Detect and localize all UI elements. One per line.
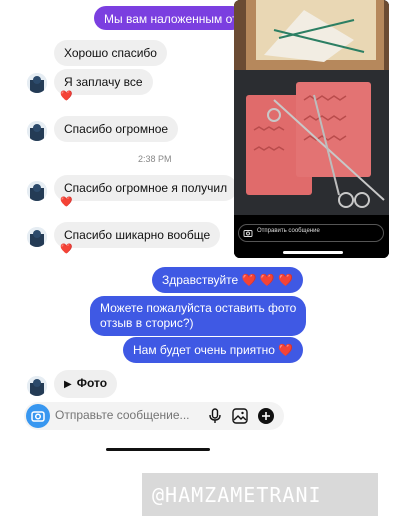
camera-icon [31,411,45,422]
message-text: Нам будет очень приятно ❤️ [133,343,294,357]
message-text: Хорошо спасибо [64,46,157,60]
gallery-icon[interactable] [232,408,248,424]
message-incoming[interactable]: Спасибо огромное я получил [54,175,238,201]
message-text: Спасибо огромное я получил [64,181,228,195]
heart-reaction-icon: ❤️ [60,244,73,255]
message-incoming[interactable]: Хорошо спасибо [54,40,167,66]
timestamp: 2:38 PM [138,154,172,164]
heart-reaction-icon: ❤️ [60,91,73,102]
message-incoming[interactable]: Спасибо огромное [54,116,179,142]
instrument-photo-image [234,0,389,258]
message-text: Здравствуйте ❤️ ❤️ ❤️ [162,273,294,287]
camera-icon[interactable] [243,228,253,238]
avatar-image [27,227,47,247]
message-text: Спасибо шикарно вообще [64,228,211,242]
camera-button[interactable] [26,404,50,428]
story-reply-field[interactable]: Отправить сообщение [238,224,384,242]
message-outgoing-top[interactable]: Мы вам наложенным отпр [94,6,251,30]
story-reply-placeholder: Отправить сообщение [257,228,320,234]
message-text-line: отзыв в сторис?) [100,316,194,330]
avatar-image [27,121,47,141]
message-outgoing[interactable]: Можете пожалуйста оставить фото отзыв в … [90,296,307,336]
microphone-icon[interactable] [208,408,222,424]
avatar-image [27,376,47,396]
watermark: @HAMZAMETRANI [142,473,378,516]
watermark-text: @HAMZAMETRANI [152,483,322,507]
message-outgoing[interactable]: Здравствуйте ❤️ ❤️ ❤️ [152,267,304,293]
add-icon[interactable] [257,407,275,425]
avatar[interactable] [27,73,47,93]
avatar[interactable] [27,376,47,396]
message-text: Фото [76,376,108,390]
message-incoming[interactable]: Спасибо шикарно вообще [54,222,221,248]
avatar-image [27,73,47,93]
message-text-line: Можете пожалуйста оставить фото [100,301,297,315]
message-text: Я заплачу все [64,75,143,89]
avatar[interactable] [27,227,47,247]
home-indicator [106,448,210,451]
message-text: Спасибо огромное [64,122,169,136]
avatar[interactable] [27,181,47,201]
avatar[interactable] [27,121,47,141]
message-text: Мы вам наложенным отпр [104,12,251,26]
story-photo[interactable] [234,0,389,258]
message-input[interactable] [55,408,195,422]
message-outgoing[interactable]: Нам будет очень приятно ❤️ [123,337,304,363]
story-home-indicator [283,251,343,254]
avatar-image [27,181,47,201]
message-photo-attachment[interactable]: ▶ Фото [54,370,118,398]
play-icon: ▶ [64,379,72,390]
heart-reaction-icon: ❤️ [60,197,73,208]
